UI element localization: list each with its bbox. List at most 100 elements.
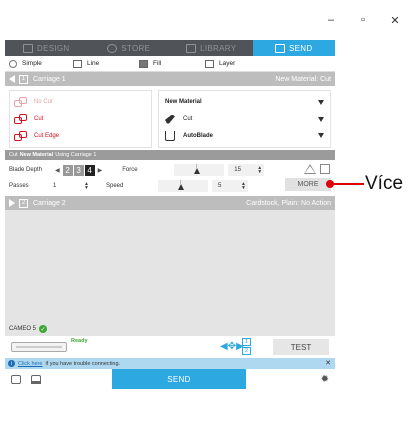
carriage-1-number: 1 [19,74,28,84]
test-cut-shape-icon [304,163,330,175]
stepper-icon[interactable]: ▲ ▼ [257,166,262,175]
chevron-down-icon[interactable] [318,99,324,105]
slider-knob[interactable] [178,184,184,190]
decrease-arrow-icon[interactable]: ◀ [55,167,60,174]
carriage-selector[interactable]: 1 2 [242,338,251,355]
mode-fill[interactable]: Fill [139,59,205,68]
force-slider[interactable] [174,164,225,176]
cut-type-label: No Cut [34,99,53,106]
help-link[interactable]: Click here [18,361,42,367]
force-label: Force [122,167,138,173]
settings-row-2: Passes 1 ▲ ▼ Speed 5 ▲ ▼ [9,178,331,194]
restore-button[interactable]: ▫ [358,14,368,27]
device-name: CAMEO 5 [9,326,37,332]
blade-depth-digit: 3 [73,164,84,176]
mode-fill-label: Fill [153,60,162,67]
mode-bar: Simple Line Fill Layer [5,56,335,72]
tab-send-label: SEND [289,43,313,53]
move-arrows-icon[interactable]: ◀✥▶ [220,341,244,352]
more-button[interactable]: MORE [285,178,331,191]
increase-arrow-icon[interactable]: ▶ [98,167,103,174]
tab-library-label: LIBRARY [200,43,237,53]
chevron-down-icon[interactable] [318,116,324,122]
tutorial-icon[interactable] [31,374,41,384]
material-dropdown[interactable]: New Material [165,94,324,111]
mode-line[interactable]: Line [73,59,139,68]
tab-store[interactable]: STORE [88,40,171,56]
machine-settings-icon[interactable] [11,374,21,384]
cut-panel: No Cut Cut Cut Edge New Material Cut Aut… [5,86,335,150]
carriage-1-header[interactable]: 1 Carriage 1 New Material: Cut [5,72,335,86]
simple-radio[interactable] [9,59,17,68]
close-icon[interactable]: ✕ [325,359,331,367]
ready-status: Ready [71,338,88,344]
cut-icon [14,114,28,124]
stepper-icon[interactable]: ▲ ▼ [84,182,89,191]
collapse-arrow-icon[interactable] [9,75,15,83]
tab-send[interactable]: SEND [252,40,335,56]
speed-slider[interactable] [158,180,208,192]
stepper-icon[interactable]: ▲ ▼ [241,182,246,191]
settings-row-1: Blade Depth ◀ 2 3 4 ▶ Force 15 ▲ ▼ [9,162,331,178]
carriage-select-1[interactable]: 1 [242,338,251,346]
tab-library[interactable]: LIBRARY [170,40,253,56]
passes-number: 1 [53,183,57,189]
slider-knob[interactable] [194,168,201,174]
no-cut-icon [14,97,28,108]
action-dropdown[interactable]: Cut [165,111,324,128]
cut-settings: Blade Depth ◀ 2 3 4 ▶ Force 15 ▲ ▼ Passes… [5,160,335,196]
send-icon [275,43,286,53]
mode-line-label: Line [87,60,100,67]
line-mode-icon [73,59,82,68]
tool-dropdown[interactable]: AutoBlade [165,127,324,144]
tab-design[interactable]: DESIGN [5,40,88,56]
carriage-2-header[interactable]: 2 Carriage 2 Cardstock, Plain: No Action [5,196,335,210]
speed-label: Speed [106,183,124,189]
top-nav: DESIGN STORE LIBRARY SEND [5,40,335,56]
cutter-machine-icon[interactable] [11,342,67,352]
test-button[interactable]: TEST [273,339,329,355]
chevron-down-icon[interactable] [318,133,324,139]
blade-depth-digit: 2 [62,164,73,176]
cut-type-label: Cut Edge [34,132,60,139]
blade-icon [165,130,175,141]
store-icon [107,43,118,53]
settings-header: Cut New Material Using Carriage 1 [5,150,335,160]
mode-simple-label: Simple [22,60,42,67]
blade-depth-control[interactable]: ◀ 2 3 4 ▶ [53,164,104,176]
carriage-1-label: Carriage 1 [33,75,66,83]
minimize-button[interactable]: – [326,14,336,27]
send-button[interactable]: SEND [112,369,246,389]
passes-stepper[interactable]: 1 ▲ ▼ [51,182,89,191]
speed-value[interactable]: 5 ▲ ▼ [212,180,248,192]
design-icon [23,43,33,53]
callout-label: Více [365,173,404,194]
gear-icon[interactable]: ✹ [321,374,329,385]
bottom-bar: SEND ✹ [5,369,335,389]
silhouette-app: DESIGN STORE LIBRARY SEND Simple Line Fi… [5,40,335,430]
close-button[interactable]: ✕ [390,14,400,27]
mode-layer-label: Layer [219,60,236,67]
action-name: Cut [183,116,193,122]
cut-type-list: No Cut Cut Cut Edge [9,90,152,148]
info-text: if you have trouble connecting. [45,360,121,367]
carriage-2-number: 2 [19,198,28,208]
passes-label: Passes [9,183,29,189]
blade-depth-digit: 4 [84,164,95,176]
connection-info-bar: i Click here if you have trouble connect… [5,358,335,369]
layer-mode-icon [205,59,214,68]
mode-simple[interactable]: Simple [9,59,73,68]
cut-type-cut-edge[interactable]: Cut Edge [14,127,147,144]
force-value[interactable]: 15 ▲ ▼ [228,164,265,176]
expand-arrow-icon[interactable] [9,199,15,207]
carriage-select-2[interactable]: 2 [242,347,251,355]
settings-material: New Material [19,152,54,158]
cut-type-no-cut[interactable]: No Cut [14,94,147,111]
material-column: New Material Cut AutoBlade [158,90,331,148]
carriage-2-label: Carriage 2 [33,199,66,207]
settings-suffix: Using Carriage 1 [55,152,97,158]
tab-store-label: STORE [121,43,151,53]
check-icon: ✓ [39,325,48,333]
mode-layer[interactable]: Layer [205,59,236,68]
cut-type-cut[interactable]: Cut [14,111,147,128]
